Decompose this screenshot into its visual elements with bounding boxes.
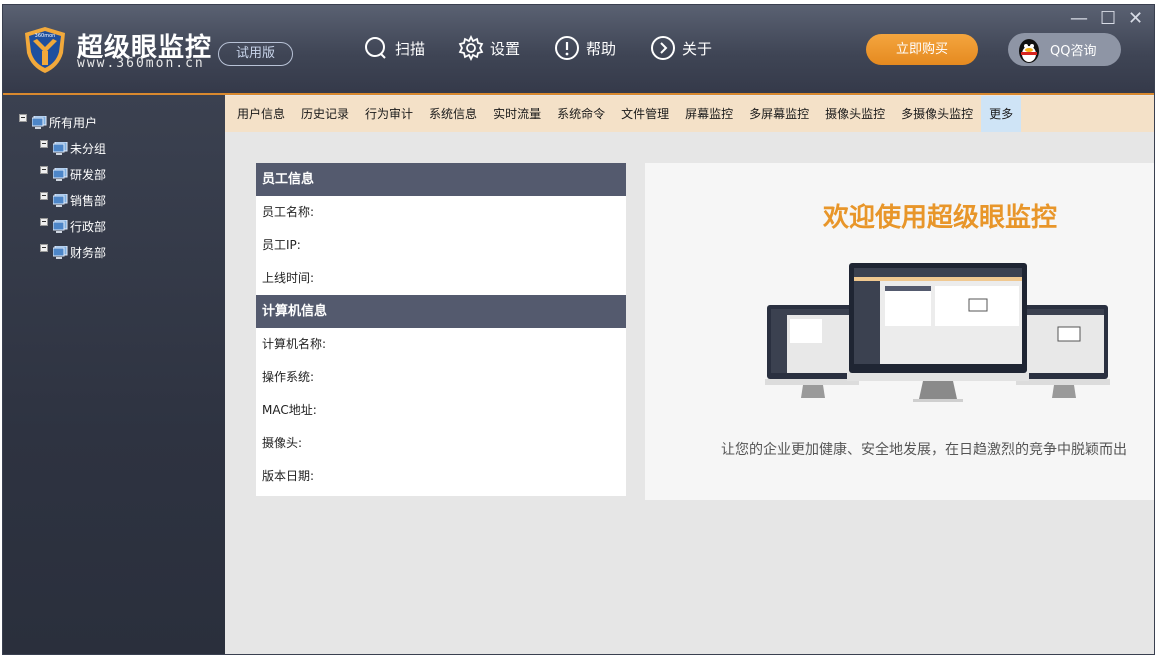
version-date-row: 版本日期: <box>262 469 315 483</box>
trial-badge[interactable]: 试用版 <box>218 42 293 66</box>
monitors-illustration <box>765 263 1110 402</box>
computer-icon <box>53 168 68 181</box>
collapse-toggle-icon[interactable] <box>40 191 48 200</box>
tab-system-info[interactable]: 系统信息 <box>421 96 485 132</box>
maximize-icon[interactable]: ☐ <box>1100 9 1116 29</box>
settings-label: 设置 <box>490 39 521 58</box>
chevron-right-circle-icon <box>650 35 676 61</box>
help-button[interactable]: 帮助 <box>554 35 616 61</box>
os-row: 操作系统: <box>262 370 315 384</box>
welcome-tagline: 让您的企业更加健康、安全地发展，在日趋激烈的竞争中脱颖而出 <box>721 442 1127 458</box>
minimize-icon[interactable]: — <box>1070 9 1088 29</box>
employee-ip-row: 员工IP: <box>262 238 301 252</box>
tree-label: 研发部 <box>70 168 107 182</box>
tree-node-group[interactable]: 行政部 <box>40 217 107 235</box>
tab-more[interactable]: 更多 <box>981 96 1022 132</box>
computer-icon <box>53 246 68 259</box>
computer-icon <box>32 116 47 129</box>
qq-consult-label: QQ咨询 <box>1050 44 1097 59</box>
scan-label: 扫描 <box>395 39 426 58</box>
app-url: www.360mon.cn <box>77 56 205 71</box>
collapse-toggle-icon[interactable] <box>40 139 48 148</box>
user-tree-sidebar: 所有用户 未分组 研发部 销售部 行政部 财务部 <box>3 95 225 654</box>
about-label: 关于 <box>682 39 713 58</box>
tree-label: 销售部 <box>70 194 107 208</box>
tab-behavior-audit[interactable]: 行为审计 <box>357 96 421 132</box>
tree-node-group[interactable]: 未分组 <box>40 139 107 157</box>
svg-text:360mon: 360mon <box>35 33 56 39</box>
tree-node-group[interactable]: 销售部 <box>40 191 107 209</box>
collapse-toggle-icon[interactable] <box>40 217 48 226</box>
tab-multi-screen-monitor[interactable]: 多屏幕监控 <box>741 96 817 132</box>
tree-node-all-users[interactable]: 所有用户 <box>19 113 98 131</box>
tab-camera-monitor[interactable]: 摄像头监控 <box>817 96 893 132</box>
main-content: 员工信息 员工名称: 员工IP: 上线时间: 计算机信息 计算机名称: 操作系统… <box>225 132 1154 654</box>
tree-label: 所有用户 <box>49 116 98 130</box>
collapse-toggle-icon[interactable] <box>19 113 27 122</box>
app-window: 360mon 超级眼监控 www.360mon.cn 试用版 扫描 设置 帮助 <box>2 4 1155 655</box>
welcome-title: 欢迎使用超级眼监控 <box>822 203 1057 233</box>
employee-name-row: 员工名称: <box>262 205 315 219</box>
computer-icon <box>53 142 68 155</box>
settings-button[interactable]: 设置 <box>458 35 520 61</box>
tab-history[interactable]: 历史记录 <box>293 96 357 132</box>
logo-shield-icon: 360mon <box>25 27 65 73</box>
gear-icon <box>458 35 484 61</box>
tab-file-management[interactable]: 文件管理 <box>613 96 677 132</box>
qq-penguin-icon <box>1019 38 1039 63</box>
camera-row: 摄像头: <box>262 436 303 450</box>
tree-node-group[interactable]: 研发部 <box>40 165 107 183</box>
tree-label: 行政部 <box>70 220 107 234</box>
help-label: 帮助 <box>586 39 617 58</box>
about-button[interactable]: 关于 <box>650 35 712 61</box>
tree-node-group[interactable]: 财务部 <box>40 243 107 261</box>
scan-button[interactable]: 扫描 <box>363 35 425 61</box>
computer-icon <box>53 194 68 207</box>
info-panel: 员工信息 员工名称: 员工IP: 上线时间: 计算机信息 计算机名称: 操作系统… <box>256 163 626 496</box>
computer-info-heading: 计算机信息 <box>256 295 626 328</box>
computer-icon <box>53 220 68 233</box>
close-icon[interactable]: ✕ <box>1128 9 1143 29</box>
tree-label: 财务部 <box>70 246 107 260</box>
buy-now-button[interactable]: 立即购买 <box>866 34 978 65</box>
title-bar: 360mon 超级眼监控 www.360mon.cn 试用版 扫描 设置 帮助 <box>3 5 1154 95</box>
collapse-toggle-icon[interactable] <box>40 165 48 174</box>
computer-name-row: 计算机名称: <box>262 337 327 351</box>
function-tab-bar: 用户信息 历史记录 行为审计 系统信息 实时流量 系统命令 文件管理 屏幕监控 … <box>225 96 1154 132</box>
exclamation-circle-icon <box>554 35 580 61</box>
tab-system-command[interactable]: 系统命令 <box>549 96 613 132</box>
employee-info-heading: 员工信息 <box>256 163 626 196</box>
online-time-row: 上线时间: <box>262 271 315 285</box>
collapse-toggle-icon[interactable] <box>40 243 48 252</box>
tab-user-info[interactable]: 用户信息 <box>229 96 293 132</box>
welcome-panel: 欢迎使用超级眼监控 让您的企业更加健康、安全地发展，在日趋激烈的竞争中脱颖而出 <box>645 163 1154 500</box>
tab-screen-monitor[interactable]: 屏幕监控 <box>677 96 741 132</box>
tab-multi-camera-monitor[interactable]: 多摄像头监控 <box>893 96 981 132</box>
qq-consult-button[interactable]: QQ咨询 <box>1008 33 1121 66</box>
search-icon <box>363 35 389 61</box>
tab-realtime-traffic[interactable]: 实时流量 <box>485 96 549 132</box>
tree-label: 未分组 <box>70 142 107 156</box>
mac-address-row: MAC地址: <box>262 403 317 417</box>
